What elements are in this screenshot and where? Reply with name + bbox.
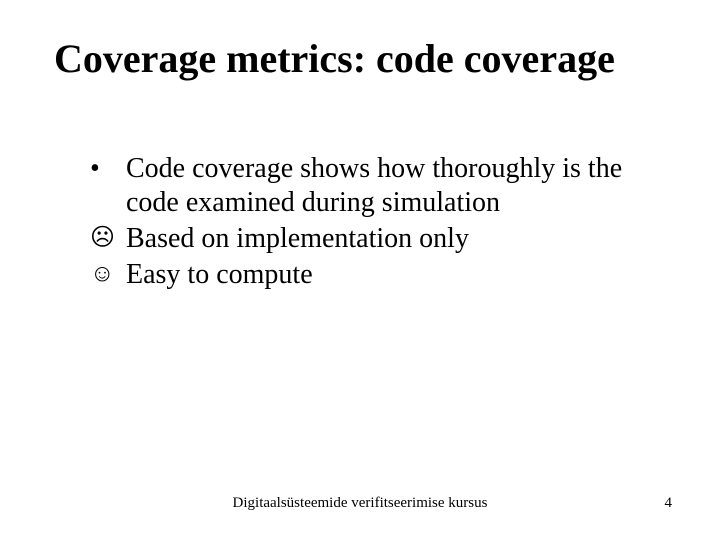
bullet-item: • Code coverage shows how thoroughly is … bbox=[90, 152, 660, 220]
bullet-text: Code coverage shows how thoroughly is th… bbox=[126, 152, 660, 220]
slide-title: Coverage metrics: code coverage bbox=[54, 36, 666, 82]
footer-text: Digitaalsüsteemide verifitseerimise kurs… bbox=[0, 495, 720, 512]
page-number: 4 bbox=[665, 495, 673, 512]
bullet-text: Based on implementation only bbox=[126, 222, 660, 256]
bullet-item: ☺ Easy to compute bbox=[90, 258, 660, 292]
sad-face-icon: ☹ bbox=[90, 222, 126, 254]
slide-body: • Code coverage shows how thoroughly is … bbox=[90, 152, 660, 295]
happy-face-icon: ☺ bbox=[90, 258, 126, 290]
bullet-text: Easy to compute bbox=[126, 258, 660, 292]
bullet-item: ☹ Based on implementation only bbox=[90, 222, 660, 256]
bullet-icon: • bbox=[90, 152, 126, 186]
slide: Coverage metrics: code coverage • Code c… bbox=[0, 0, 720, 540]
